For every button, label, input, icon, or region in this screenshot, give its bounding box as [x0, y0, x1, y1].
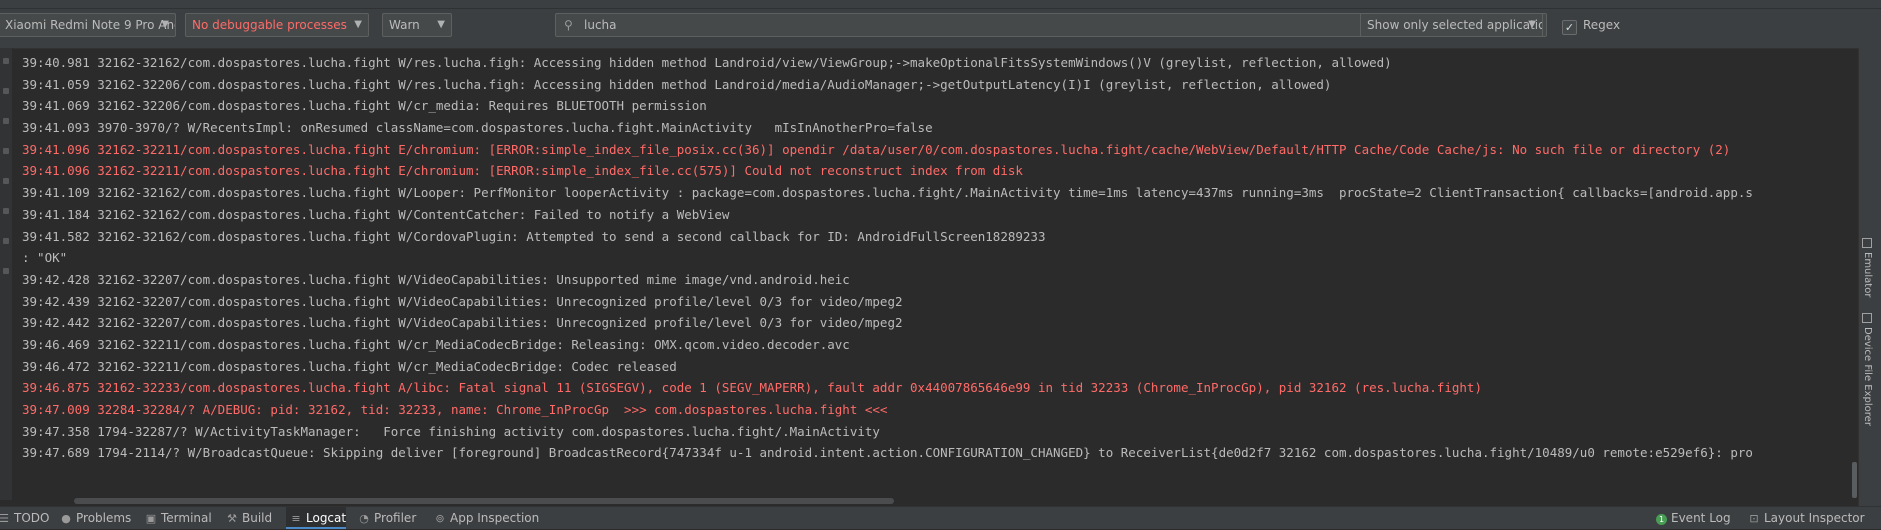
gutter-marker — [3, 178, 9, 184]
chevron-down-icon: ▼ — [161, 19, 169, 30]
log-line: 39:42.428 32162-32207/com.dospastores.lu… — [22, 271, 850, 287]
log-line: 39:41.096 32162-32211/com.dospastores.lu… — [22, 163, 1023, 179]
log-line: 39:46.472 32162-32211/com.dospastores.lu… — [22, 358, 677, 374]
regex-label: Regex — [1583, 18, 1621, 32]
gutter-marker — [3, 148, 9, 154]
right-tool-strip: Emulator Device File Explorer — [1858, 48, 1881, 506]
logcat-toolbar: Xiaomi Redmi Note 9 Pro Androi ▼ No debu… — [0, 0, 1881, 49]
tab-terminal[interactable]: ▣ Terminal — [145, 507, 212, 529]
log-line: 39:41.582 32162-32162/com.dospastores.lu… — [22, 228, 1046, 244]
search-icon: ⚲ — [564, 18, 573, 32]
log-line: 39:42.442 32162-32207/com.dospastores.lu… — [22, 315, 903, 331]
tab-app-inspection[interactable]: ⊚ App Inspection — [434, 507, 539, 529]
log-line: : "OK" — [22, 250, 68, 266]
process-dropdown-value: No debuggable processes — [192, 18, 347, 32]
tab-label: TODO — [14, 511, 50, 525]
log-line: 39:40.981 32162-32162/com.dospastores.lu… — [22, 55, 1392, 70]
chevron-down-icon: ▼ — [354, 19, 362, 30]
hammer-icon: ⚒ — [227, 512, 237, 525]
tab-label: Event Log — [1671, 511, 1731, 525]
log-line: 39:41.096 32162-32211/com.dospastores.lu… — [22, 141, 1731, 157]
log-gutter — [0, 48, 13, 500]
tab-label: Terminal — [161, 511, 212, 525]
device-dropdown[interactable]: Xiaomi Redmi Note 9 Pro Androi ▼ — [0, 13, 176, 37]
tab-label: App Inspection — [450, 511, 540, 525]
log-line: 39:41.093 3970-3970/? W/RecentsImpl: onR… — [22, 120, 933, 136]
tab-profiler[interactable]: ◔ Profiler — [358, 507, 416, 529]
gauge-icon: ◔ — [359, 512, 369, 525]
log-line: 39:42.439 32162-32207/com.dospastores.lu… — [22, 293, 903, 309]
regex-checkbox[interactable]: ✓ Regex — [1562, 16, 1621, 35]
gutter-marker — [3, 88, 9, 94]
terminal-icon: ▣ — [145, 512, 157, 525]
log-line: 39:47.689 1794-2114/? W/BroadcastQueue: … — [22, 445, 1753, 461]
device-dropdown-value: Xiaomi Redmi Note 9 Pro Androi — [5, 18, 175, 32]
toolbar-top-strip — [0, 0, 1881, 9]
log-line: 39:41.184 32162-32162/com.dospastores.lu… — [22, 206, 730, 222]
tab-build[interactable]: ⚒ Build — [226, 507, 272, 529]
log-level-dropdown[interactable]: Warn ▼ — [382, 13, 452, 37]
filter-mode-value: Show only selected application — [1367, 18, 1543, 32]
horizontal-scrollbar[interactable] — [22, 497, 1854, 505]
emulator-tab[interactable]: Emulator — [1862, 238, 1873, 297]
tab-label: Build — [242, 511, 273, 525]
search-input-value: lucha — [584, 18, 617, 32]
log-line: 39:46.875 32162-32233/com.dospastores.lu… — [22, 380, 1482, 396]
folder-icon — [1862, 313, 1872, 323]
layout-inspector-icon: ⊡ — [1749, 512, 1759, 525]
chevron-down-icon: ▼ — [1528, 19, 1536, 30]
log-line: 39:41.109 32162-32162/com.dospastores.lu… — [22, 185, 1753, 201]
tab-label: Profiler — [374, 511, 417, 525]
log-level-value: Warn — [389, 18, 420, 32]
process-dropdown[interactable]: No debuggable processes ▼ — [185, 13, 369, 37]
emulator-icon — [1862, 238, 1872, 248]
event-log-tab[interactable]: 1 Event Log — [1656, 507, 1731, 529]
layout-inspector-tab[interactable]: ⊡ Layout Inspector — [1748, 507, 1865, 529]
inspect-icon: ⊚ — [435, 512, 445, 525]
device-file-explorer-label: Device File Explorer — [1862, 327, 1873, 426]
gutter-marker — [3, 208, 9, 214]
filter-mode-dropdown[interactable]: Show only selected application ▼ — [1360, 13, 1543, 37]
log-line: 39:46.469 32162-32211/com.dospastores.lu… — [22, 336, 850, 352]
log-line: 39:47.009 32284-32284/? A/DEBUG: pid: 32… — [22, 402, 888, 417]
log-line: 39:47.358 1794-32287/? W/ActivityTaskMan… — [22, 423, 880, 439]
gutter-marker — [3, 118, 9, 124]
chevron-down-icon: ▼ — [437, 19, 445, 30]
bottom-tool-strip: ☰ TODO ● Problems ▣ Terminal ⚒ Build ≡ Logcat… — [0, 506, 1881, 529]
gutter-marker — [3, 58, 9, 64]
gutter-marker — [3, 268, 9, 274]
list-icon: ☰ — [0, 512, 9, 525]
tab-logcat[interactable]: ≡ Logcat — [286, 507, 346, 529]
tab-label: Problems — [76, 511, 132, 525]
event-log-badge: 1 — [1656, 514, 1667, 525]
emulator-tab-label: Emulator — [1862, 252, 1873, 298]
log-line: 39:41.059 32162-32206/com.dospastores.lu… — [22, 76, 1332, 92]
tab-label: Logcat — [306, 511, 347, 525]
logcat-output[interactable]: 39:40.981 32162-32162/com.dospastores.lu… — [22, 52, 1854, 496]
problems-icon: ● — [61, 512, 71, 525]
vertical-scrollbar-thumb[interactable] — [1852, 462, 1857, 498]
scrollbar-thumb[interactable] — [74, 498, 894, 504]
gutter-marker — [3, 238, 9, 244]
tab-label: Layout Inspector — [1764, 511, 1865, 525]
tab-problems[interactable]: ● Problems — [60, 507, 131, 529]
log-line: 39:41.069 32162-32206/com.dospastores.lu… — [22, 98, 707, 114]
logcat-icon: ≡ — [291, 512, 301, 525]
checkbox-checked-icon: ✓ — [1562, 20, 1577, 35]
device-file-explorer-tab[interactable]: Device File Explorer — [1862, 313, 1873, 426]
tab-todo[interactable]: ☰ TODO — [0, 507, 49, 529]
